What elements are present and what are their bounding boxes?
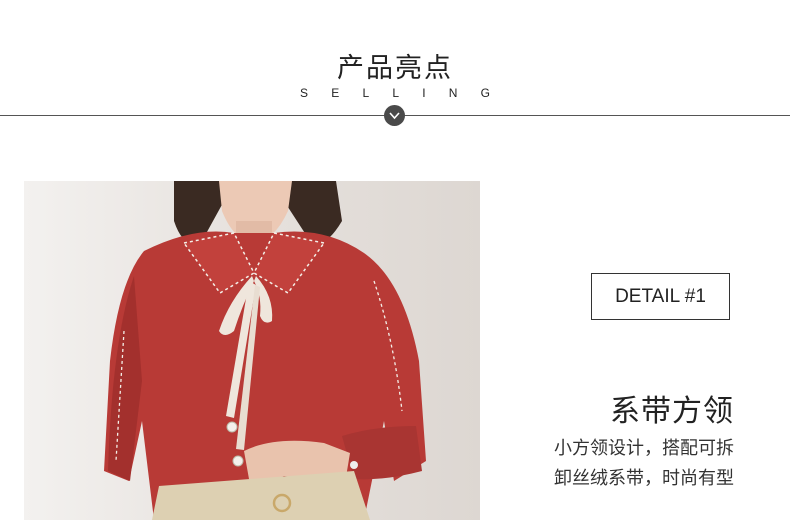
feature-description: 小方领设计，搭配可拆 卸丝绒系带，时尚有型: [474, 434, 734, 494]
subtitle-letter: N: [448, 86, 458, 100]
section-title: 产品亮点: [337, 53, 453, 84]
section-subtitle: S E L L I N G: [300, 86, 490, 100]
subtitle-letter: S: [300, 86, 309, 100]
subtitle-letter: G: [480, 86, 490, 100]
subtitle-letter: L: [392, 86, 400, 100]
subtitle-letter: I: [422, 86, 426, 100]
subtitle-letter: L: [362, 86, 370, 100]
description-line: 小方领设计，搭配可拆: [554, 438, 734, 459]
product-photo: [24, 181, 480, 520]
description-line: 卸丝绒系带，时尚有型: [554, 468, 734, 489]
chevron-down-icon: [384, 105, 405, 126]
subtitle-letter: E: [331, 86, 340, 100]
detail-badge: DETAIL #1: [591, 273, 730, 320]
feature-title: 系带方领: [610, 394, 734, 429]
